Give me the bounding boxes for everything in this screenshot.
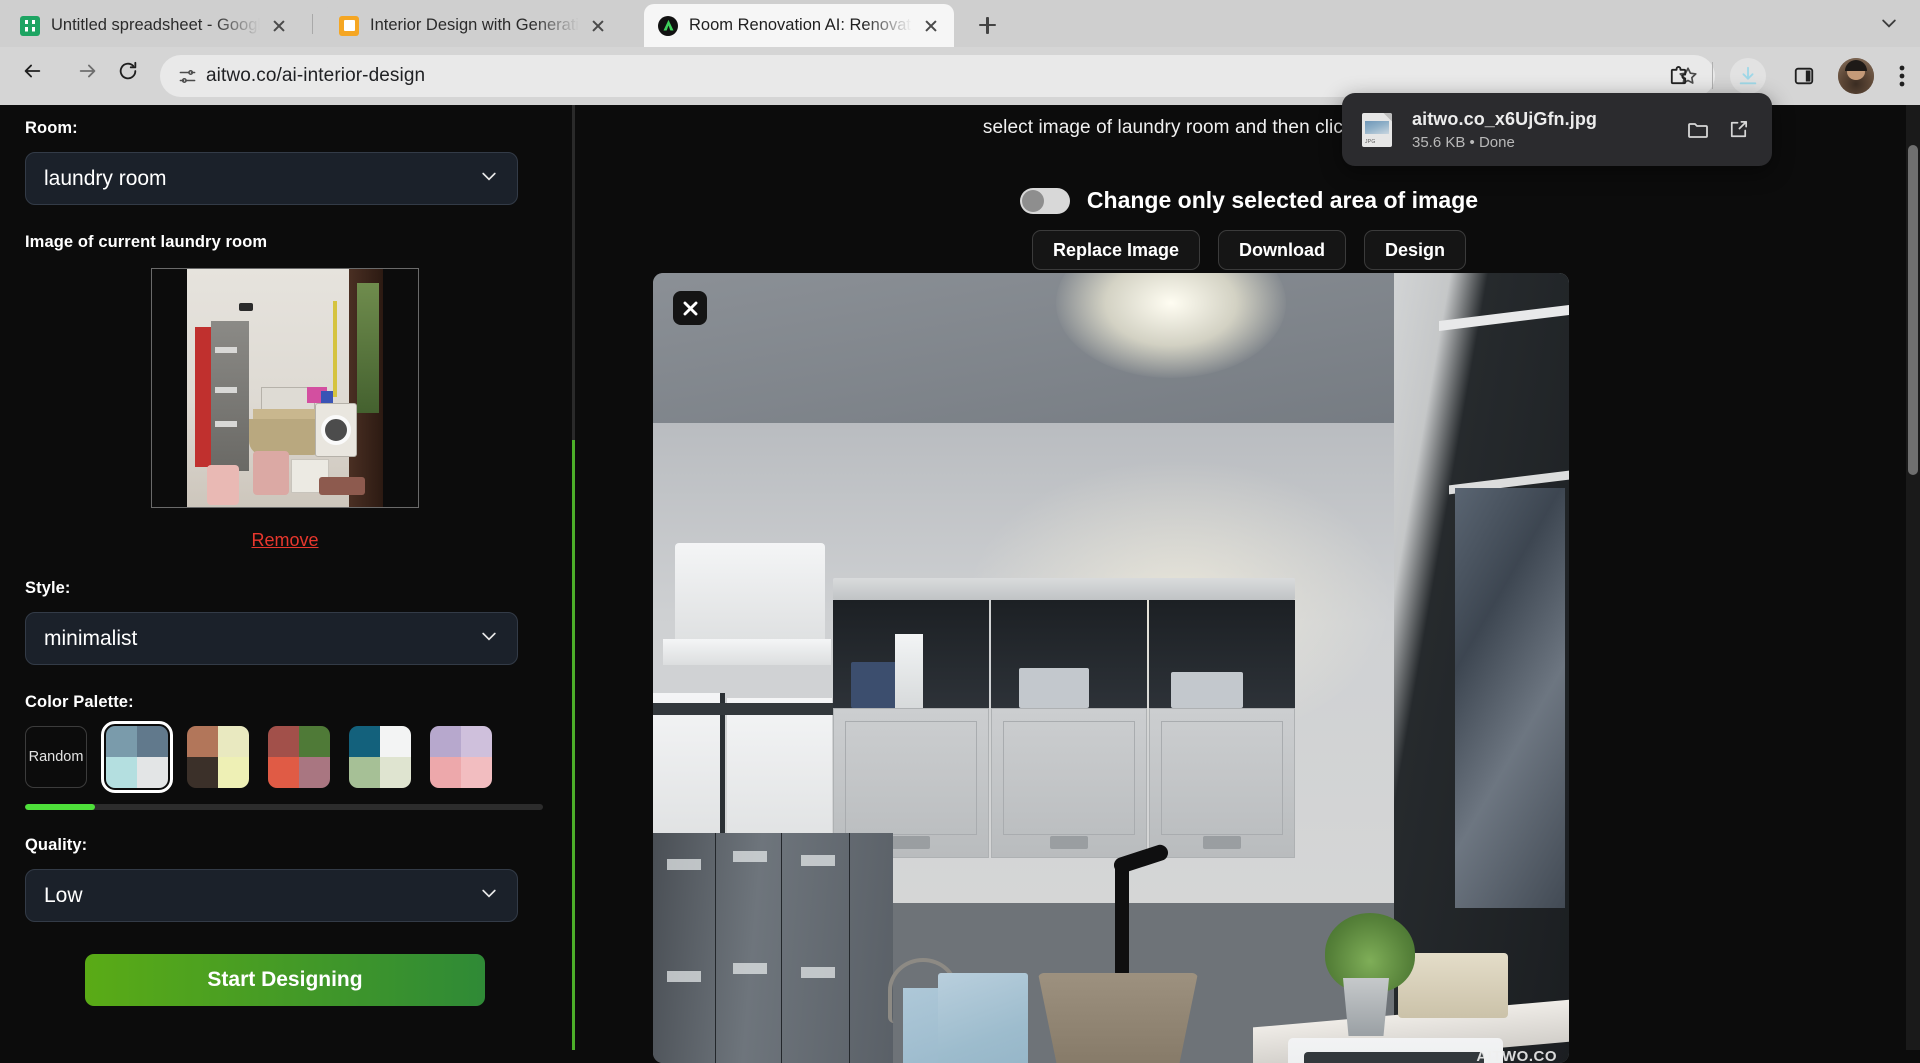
replace-image-button[interactable]: Replace Image xyxy=(1032,230,1200,270)
browser-chrome: Untitled spreadsheet - Google Sheets Int… xyxy=(0,0,1920,105)
tab-close-button[interactable] xyxy=(266,13,292,39)
quality-field: Quality: Low xyxy=(25,836,545,922)
tab-divider xyxy=(312,14,313,34)
locker-cabinets xyxy=(653,833,893,1063)
panel-scroll-thumb[interactable] xyxy=(572,440,575,1050)
download-status: 35.6 KB • Done xyxy=(1412,134,1678,151)
browser-tab-0[interactable]: Untitled spreadsheet - Google Sheets xyxy=(6,4,302,47)
tab-title: Untitled spreadsheet - Google Sheets xyxy=(51,16,260,35)
back-arrow-icon[interactable] xyxy=(8,47,56,95)
new-tab-button[interactable] xyxy=(973,11,1001,39)
page-scrollbar[interactable] xyxy=(1906,105,1920,1050)
open-external-icon[interactable] xyxy=(1718,110,1758,150)
generated-image-canvas[interactable]: AITWO.CO xyxy=(653,273,1569,1063)
address-bar[interactable]: aitwo.co/ai-interior-design xyxy=(160,55,1715,97)
url-text: aitwo.co/ai-interior-design xyxy=(206,65,425,87)
quality-label: Quality: xyxy=(25,836,545,855)
browser-tab-1[interactable]: Interior Design with Generative AI xyxy=(325,4,621,47)
palette-swatch-3[interactable] xyxy=(349,726,411,788)
side-panel-icon[interactable] xyxy=(1786,58,1822,94)
design-button[interactable]: Design xyxy=(1364,230,1466,270)
palette-random-option[interactable]: Random xyxy=(25,726,87,788)
palette-scrollbar[interactable] xyxy=(25,804,543,810)
style-field: Style: minimalist xyxy=(25,579,545,665)
palette-swatch-0[interactable] xyxy=(106,726,168,788)
chevron-down-icon[interactable] xyxy=(1872,8,1906,38)
close-icon[interactable] xyxy=(673,291,707,325)
app-page: Room: laundry room Image of current laun… xyxy=(0,105,1920,1050)
toolbar-divider xyxy=(1712,62,1713,89)
browser-tab-2[interactable]: Room Renovation AI: Renovate xyxy=(644,4,954,47)
room-field: Room: laundry room xyxy=(25,105,545,205)
quality-select[interactable]: Low xyxy=(25,869,518,922)
tab-close-button[interactable] xyxy=(585,13,611,39)
palette-swatch-1[interactable] xyxy=(187,726,249,788)
style-label: Style: xyxy=(25,579,545,598)
thumbnail-photo xyxy=(187,269,383,507)
palette-swatch-2[interactable] xyxy=(268,726,330,788)
download-icon[interactable] xyxy=(1730,58,1766,94)
download-button[interactable]: Download xyxy=(1218,230,1346,270)
current-image-section: Image of current laundry room xyxy=(25,233,545,551)
room-select-value: laundry room xyxy=(44,167,167,191)
file-thumbnail-icon: JPG xyxy=(1362,113,1392,147)
reload-icon[interactable] xyxy=(104,47,152,95)
chevron-down-icon xyxy=(479,883,499,908)
toggle-label: Change only selected area of image xyxy=(1087,187,1478,214)
chevron-down-icon xyxy=(479,626,499,651)
main-content: select image of laundry room and then cl… xyxy=(578,105,1920,1050)
tab-strip: Untitled spreadsheet - Google Sheets Int… xyxy=(0,0,1920,47)
download-filename: aitwo.co_x6UjGfn.jpg xyxy=(1412,109,1678,130)
three-dot-menu-icon[interactable] xyxy=(1884,58,1920,94)
room-label: Room: xyxy=(25,119,545,138)
aitwo-logo-icon xyxy=(658,16,678,36)
start-designing-button[interactable]: Start Designing xyxy=(85,954,485,1006)
google-sheets-icon xyxy=(20,16,40,36)
orange-square-icon xyxy=(339,16,359,36)
watermark: AITWO.CO xyxy=(1476,1048,1557,1063)
palette-list: Random xyxy=(25,726,545,788)
profile-avatar[interactable] xyxy=(1838,58,1874,94)
remove-image-link[interactable]: Remove xyxy=(25,530,545,551)
action-button-row: Replace Image Download Design xyxy=(578,230,1920,270)
settings-sidebar: Room: laundry room Image of current laun… xyxy=(0,105,570,1050)
style-select[interactable]: minimalist xyxy=(25,612,518,665)
download-info: aitwo.co_x6UjGfn.jpg 35.6 KB • Done xyxy=(1412,109,1678,151)
room-select[interactable]: laundry room xyxy=(25,152,518,205)
extensions-icon[interactable] xyxy=(1660,58,1696,94)
tab-title: Room Renovation AI: Renovate xyxy=(689,16,912,35)
change-selected-area-toggle[interactable] xyxy=(1020,188,1070,214)
generated-laundry-room-scene: AITWO.CO xyxy=(653,273,1569,1063)
quality-select-value: Low xyxy=(44,884,83,908)
palette-swatch-4[interactable] xyxy=(430,726,492,788)
style-select-value: minimalist xyxy=(44,627,137,651)
tab-close-button[interactable] xyxy=(918,13,944,39)
selected-area-toggle-row: Change only selected area of image xyxy=(578,187,1920,214)
color-palette-section: Color Palette: Random xyxy=(25,693,545,810)
palette-label: Color Palette: xyxy=(25,693,545,712)
download-notification-bubble[interactable]: JPG aitwo.co_x6UjGfn.jpg 35.6 KB • Done xyxy=(1342,93,1772,166)
folder-icon[interactable] xyxy=(1678,110,1718,150)
chevron-down-icon xyxy=(479,166,499,191)
tab-title: Interior Design with Generative AI xyxy=(370,16,579,35)
image-heading: Image of current laundry room xyxy=(25,233,545,252)
current-room-thumbnail[interactable] xyxy=(151,268,419,508)
site-settings-icon[interactable] xyxy=(168,67,206,86)
